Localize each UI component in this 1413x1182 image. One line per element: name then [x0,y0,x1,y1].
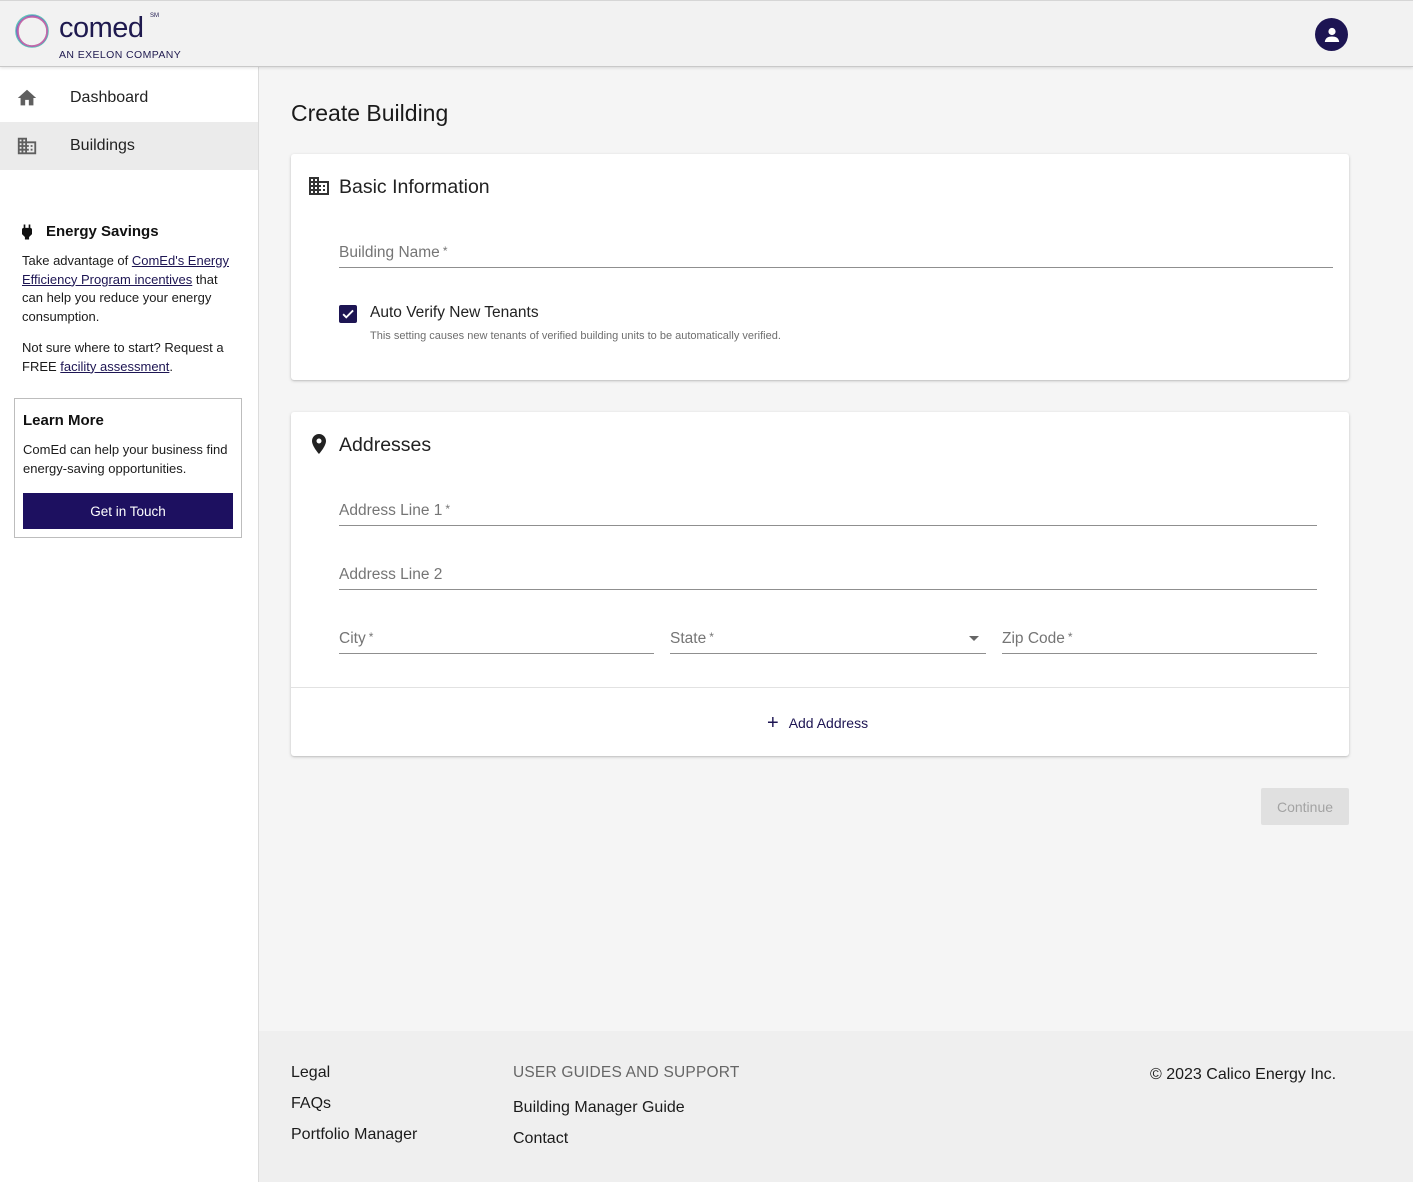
service-mark: SM [150,13,159,19]
energy-savings-title: Energy Savings [46,223,159,240]
learn-more-title: Learn More [23,412,104,429]
sidebar: Dashboard Buildings Energy Savings Take … [0,67,259,1182]
assessment-text: Not sure where to start? Request a FREE … [22,340,224,374]
address-line-2-input[interactable] [339,556,1317,589]
energy-savings-text: Take advantage of ComEd's Energy Efficie… [22,253,229,324]
footer-link-building-manager-guide[interactable]: Building Manager Guide [513,1099,685,1117]
auto-verify-checkbox[interactable] [339,305,357,323]
comed-logo[interactable]: comed SM AN EXELON COMPANY [13,10,213,62]
building-name-input[interactable] [339,234,1333,267]
page-title: Create Building [291,100,449,126]
continue-button[interactable]: Continue [1261,788,1349,825]
learn-more-text: ComEd can help your business find energy… [23,442,228,476]
city-input[interactable] [339,620,654,653]
account-circle-icon[interactable] [1315,18,1348,51]
basic-information-title: Basic Information [339,176,490,198]
building-icon [307,174,331,203]
required-mark: * [709,630,714,644]
building-name-field[interactable]: Building Name * [339,234,1333,268]
building-icon [16,135,38,157]
plus-icon: + [767,712,779,734]
addresses-card: Addresses Address Line 1 * Address Line 2… [291,412,1349,756]
state-select[interactable]: State * [670,620,986,654]
add-address-label: Add Address [788,715,869,731]
state-placeholder: State [670,630,707,647]
top-app-bar: comed SM AN EXELON COMPANY [0,0,1413,67]
facility-assessment-link[interactable]: facility assessment [60,359,169,374]
footer: Legal FAQs Portfolio Manager USER GUIDES… [259,1031,1413,1182]
footer-link-contact[interactable]: Contact [513,1130,568,1148]
learn-more-box: Learn More ComEd can help your business … [14,398,242,538]
divider [291,687,1349,688]
plug-icon [17,221,37,248]
sidebar-item-label: Buildings [70,137,135,154]
zip-code-input[interactable] [1002,620,1317,653]
footer-support-heading: USER GUIDES AND SUPPORT [513,1064,740,1081]
add-address-button[interactable]: + Add Address [767,713,868,733]
location-pin-icon [307,432,331,461]
copyright-text: © 2023 Calico Energy Inc. [1150,1066,1337,1083]
energy-savings-panel: Energy Savings Take advantage of ComEd's… [22,222,242,376]
footer-link-faqs[interactable]: FAQs [291,1095,331,1113]
sidebar-item-dashboard[interactable]: Dashboard [0,74,258,122]
zip-code-field[interactable]: Zip Code * [1002,620,1317,654]
auto-verify-help-text: This setting causes new tenants of verif… [370,330,781,342]
footer-link-portfolio-manager[interactable]: Portfolio Manager [291,1126,417,1144]
city-field[interactable]: City * [339,620,654,654]
sidebar-item-buildings[interactable]: Buildings [0,122,258,170]
logo-wordmark: comed [59,12,144,44]
addresses-title: Addresses [339,434,432,456]
basic-information-card: Basic Information Building Name * Auto Ve… [291,154,1349,380]
auto-verify-label: Auto Verify New Tenants [370,304,539,321]
address-line-1-field[interactable]: Address Line 1 * [339,492,1317,526]
sidebar-item-label: Dashboard [70,89,149,106]
chevron-down-icon[interactable] [969,636,979,641]
footer-link-legal[interactable]: Legal [291,1064,330,1082]
address-line-1-input[interactable] [339,492,1317,525]
address-line-2-field[interactable]: Address Line 2 [339,556,1317,590]
logo-tagline: AN EXELON COMPANY [59,49,182,61]
comed-logo-mark-icon [15,14,49,48]
get-in-touch-button[interactable]: Get in Touch [23,493,233,529]
home-icon [16,87,38,109]
